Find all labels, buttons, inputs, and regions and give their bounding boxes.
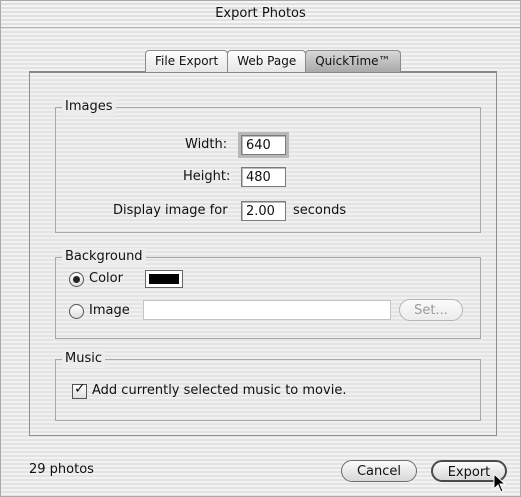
music-group-legend: Music: [62, 350, 105, 368]
image-path-field[interactable]: [143, 300, 391, 320]
tab-bar: File Export Web Page QuickTime™: [145, 50, 401, 72]
images-group: Images Width: 640 Height: 480 Display im…: [55, 98, 481, 233]
background-group: Background Color Image Set...: [55, 248, 481, 339]
tab-web-page[interactable]: Web Page: [227, 50, 307, 72]
color-radio[interactable]: [69, 272, 84, 287]
seconds-label: seconds: [293, 203, 347, 218]
images-group-legend: Images: [62, 98, 116, 116]
height-field[interactable]: 480: [241, 167, 286, 187]
cancel-button[interactable]: Cancel: [341, 460, 417, 482]
color-swatch-fill: [149, 274, 179, 284]
tab-quicktime[interactable]: QuickTime™: [305, 50, 401, 72]
width-label: Width:: [185, 137, 228, 152]
music-checkbox-label: Add currently selected music to movie.: [92, 383, 347, 398]
checkmark-icon: ✓: [74, 381, 86, 397]
color-radio-label: Color: [89, 271, 123, 286]
window-title: Export Photos: [1, 1, 520, 28]
photo-count: 29 photos: [29, 462, 94, 477]
color-swatch[interactable]: [145, 270, 183, 288]
image-radio[interactable]: [69, 304, 84, 319]
music-checkbox[interactable]: ✓: [72, 381, 87, 399]
export-photos-dialog: Export Photos File Export Web Page Quick…: [0, 0, 521, 497]
quicktime-panel: Images Width: 640 Height: 480 Display im…: [29, 71, 497, 436]
image-radio-label: Image: [89, 303, 130, 318]
display-duration-label: Display image for: [113, 203, 228, 218]
music-group: Music ✓ Add currently selected music to …: [55, 350, 481, 421]
set-button[interactable]: Set...: [399, 299, 463, 321]
width-field[interactable]: 640: [238, 132, 289, 158]
tab-file-export[interactable]: File Export: [145, 50, 229, 72]
background-group-legend: Background: [62, 248, 146, 266]
height-label: Height:: [183, 169, 231, 184]
mouse-pointer-icon: [493, 473, 507, 493]
display-duration-field[interactable]: 2.00: [241, 201, 286, 221]
